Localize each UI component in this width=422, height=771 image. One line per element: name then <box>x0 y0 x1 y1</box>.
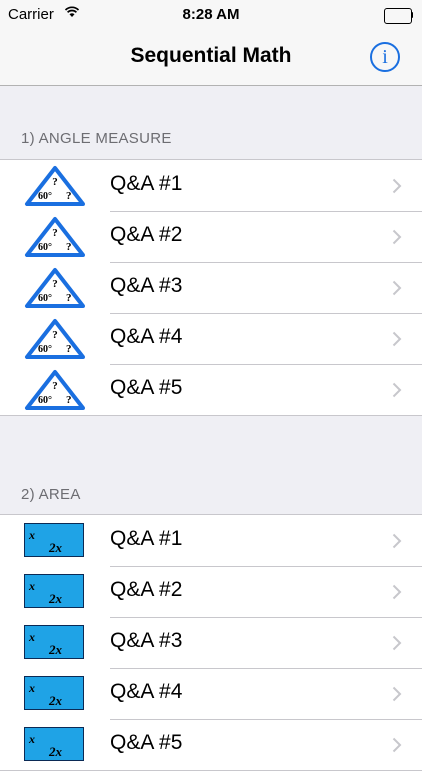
list-item[interactable]: ? 60° ? Q&A #2 <box>0 211 422 262</box>
list-item[interactable]: ? 60° ? Q&A #4 <box>0 313 422 364</box>
chevron-right-icon <box>392 280 402 296</box>
list-item-label: Q&A #5 <box>110 376 183 399</box>
svg-text:?: ? <box>66 292 72 304</box>
svg-text:?: ? <box>52 380 58 392</box>
triangle-icon: ? 60° ? <box>25 319 85 359</box>
page-title: Sequential Math <box>130 44 292 67</box>
rectangle-icon: x 2x <box>24 676 84 710</box>
svg-text:60°: 60° <box>38 191 52 202</box>
status-bar: Carrier 8:28 AM <box>0 0 422 30</box>
chevron-right-icon <box>392 584 402 600</box>
chevron-right-icon <box>392 686 402 702</box>
svg-text:60°: 60° <box>38 344 52 355</box>
svg-text:?: ? <box>52 227 58 239</box>
chevron-right-icon <box>392 229 402 245</box>
triangle-icon: ? 60° ? <box>25 370 85 410</box>
list-item-label: Q&A #2 <box>110 223 183 246</box>
svg-text:?: ? <box>66 394 72 406</box>
rectangle-icon: x 2x <box>24 523 84 557</box>
svg-text:?: ? <box>66 241 72 253</box>
angle-measure-list: ? 60° ? Q&A #1 ? 60° ? Q&A #2 ? 60° ? Q&… <box>0 159 422 416</box>
clock: 8:28 AM <box>182 6 240 23</box>
svg-text:?: ? <box>66 343 72 355</box>
chevron-right-icon <box>392 737 402 753</box>
navigation-bar: Sequential Math i <box>0 30 422 86</box>
svg-text:?: ? <box>52 176 58 188</box>
svg-text:?: ? <box>66 190 72 202</box>
list-item-label: Q&A #1 <box>110 172 183 195</box>
list-item-label: Q&A #3 <box>110 629 183 652</box>
chevron-right-icon <box>392 382 402 398</box>
list-item[interactable]: x 2x Q&A #1 <box>0 515 422 566</box>
section-header-area: 2) AREA <box>21 486 81 503</box>
battery-icon <box>384 8 414 24</box>
list-item[interactable]: x 2x Q&A #5 <box>0 719 422 770</box>
list-item[interactable]: x 2x Q&A #3 <box>0 617 422 668</box>
list-item[interactable]: x 2x Q&A #2 <box>0 566 422 617</box>
list-item-label: Q&A #5 <box>110 731 183 754</box>
list-item[interactable]: ? 60° ? Q&A #1 <box>0 160 422 211</box>
rectangle-icon: x 2x <box>24 727 84 761</box>
list-item[interactable]: x 2x Q&A #4 <box>0 668 422 719</box>
svg-text:?: ? <box>52 278 58 290</box>
list-item[interactable]: ? 60° ? Q&A #3 <box>0 262 422 313</box>
list-item-label: Q&A #4 <box>110 325 183 348</box>
chevron-right-icon <box>392 533 402 549</box>
area-list: x 2x Q&A #1 x 2x Q&A #2 x 2x Q&A #3 x 2x… <box>0 514 422 771</box>
list-item-label: Q&A #2 <box>110 578 183 601</box>
section-header-angle-measure: 1) ANGLE MEASURE <box>21 130 172 147</box>
list-item-label: Q&A #3 <box>110 274 183 297</box>
triangle-icon: ? 60° ? <box>25 166 85 206</box>
list-item-label: Q&A #4 <box>110 680 183 703</box>
rectangle-icon: x 2x <box>24 574 84 608</box>
list-item[interactable]: ? 60° ? Q&A #5 <box>0 364 422 415</box>
rectangle-icon: x 2x <box>24 625 84 659</box>
triangle-icon: ? 60° ? <box>25 268 85 308</box>
info-button[interactable]: i <box>370 42 400 72</box>
svg-text:?: ? <box>52 329 58 341</box>
svg-text:60°: 60° <box>38 242 52 253</box>
chevron-right-icon <box>392 331 402 347</box>
svg-text:60°: 60° <box>38 293 52 304</box>
list-item-label: Q&A #1 <box>110 527 183 550</box>
triangle-icon: ? 60° ? <box>25 217 85 257</box>
chevron-right-icon <box>392 178 402 194</box>
svg-text:60°: 60° <box>38 395 52 406</box>
chevron-right-icon <box>392 635 402 651</box>
